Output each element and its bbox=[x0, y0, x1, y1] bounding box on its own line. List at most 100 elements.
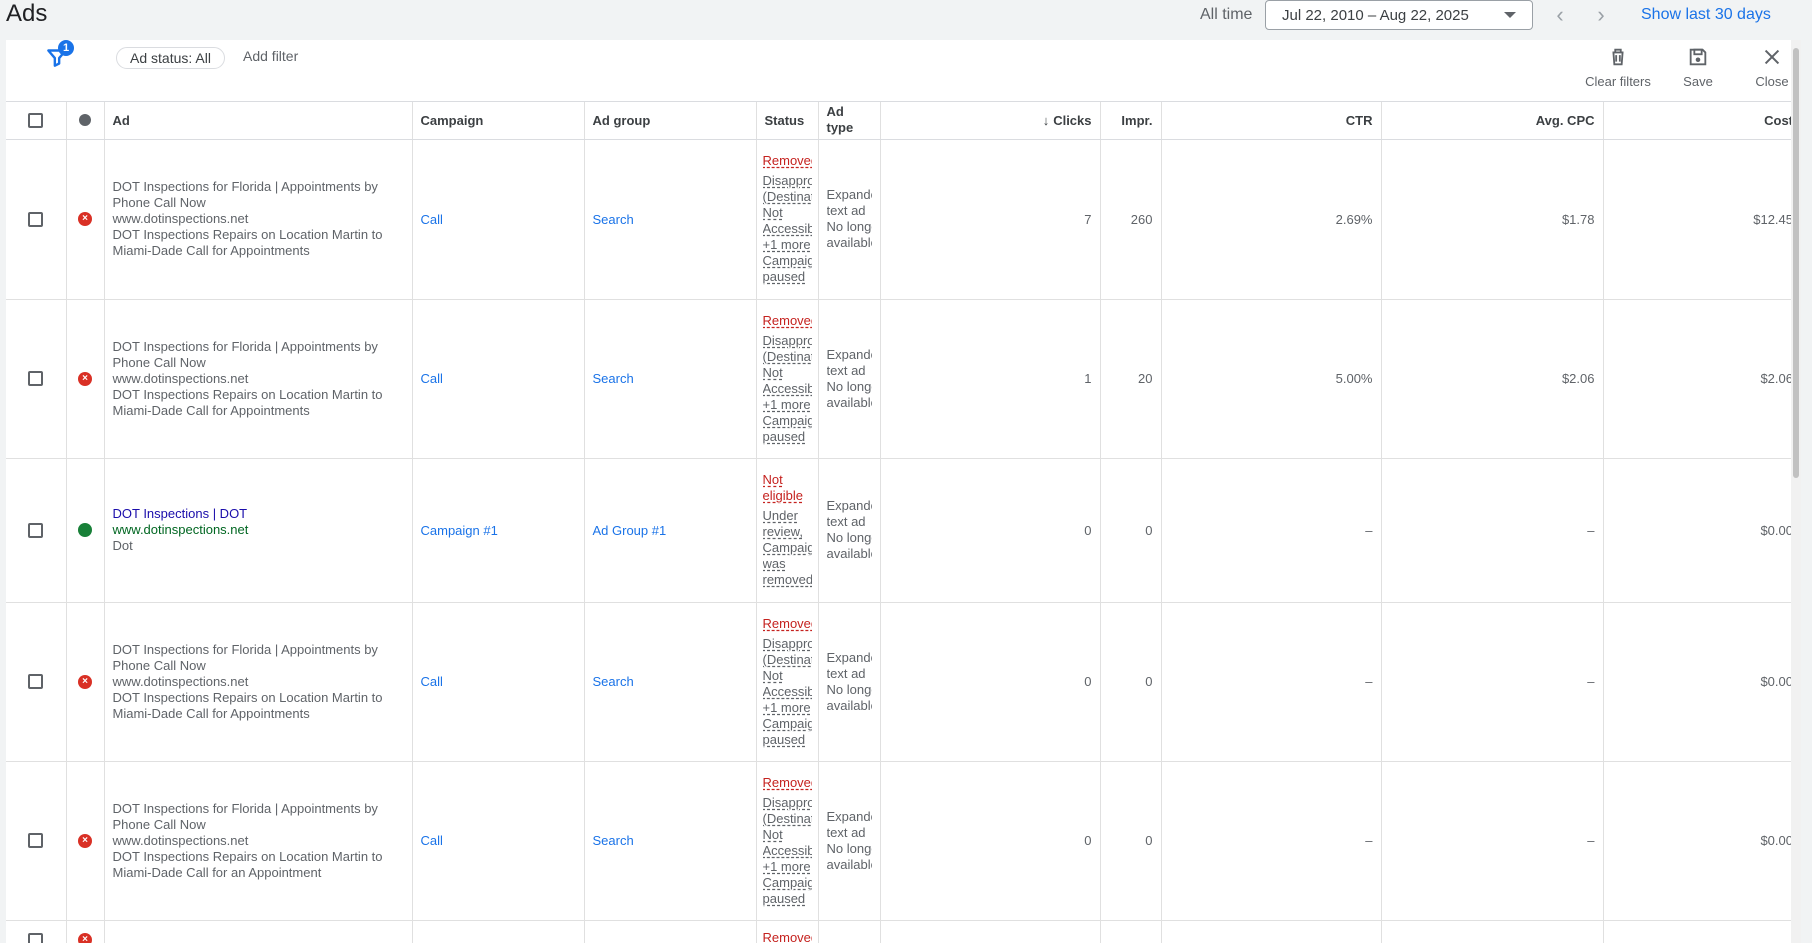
ad-preview[interactable]: DOT Inspections for Florida | Appointmen… bbox=[113, 179, 404, 259]
col-ad-group[interactable]: Ad group bbox=[584, 102, 757, 140]
campaign-link[interactable]: Call bbox=[421, 212, 443, 227]
select-all-checkbox[interactable] bbox=[28, 112, 44, 128]
status-cell[interactable]: Removed Disapproved(DestinationNotAccessi… bbox=[756, 761, 819, 921]
select-all-header[interactable] bbox=[6, 102, 67, 140]
add-filter-input[interactable]: Add filter bbox=[243, 48, 298, 64]
row-checkbox[interactable] bbox=[28, 674, 44, 689]
row-checkbox[interactable] bbox=[28, 833, 44, 848]
table-row[interactable]: × Removed bbox=[6, 920, 1801, 943]
table-row[interactable]: DOT Inspections | DOT www.dotinspections.… bbox=[6, 458, 1801, 603]
ad-cell[interactable]: DOT Inspections for Florida | Appointmen… bbox=[104, 139, 413, 300]
ad-type-line: available bbox=[826, 697, 872, 713]
impressions-cell: 260 bbox=[1100, 139, 1162, 300]
status-cell[interactable]: Removed Disapproved(DestinationNotAccessi… bbox=[756, 299, 819, 459]
status-cell[interactable]: Removed bbox=[756, 920, 819, 943]
ad-line: DOT Inspections for Florida | Appointmen… bbox=[112, 800, 378, 816]
status-line: +1 more bbox=[762, 237, 811, 252]
ad-preview[interactable]: DOT Inspections | DOT www.dotinspections.… bbox=[113, 506, 404, 554]
col-impr[interactable]: Impr. bbox=[1100, 102, 1162, 140]
ad-group-link[interactable]: Ad Group #1 bbox=[593, 523, 667, 538]
ad-cell[interactable]: DOT Inspections for Florida | Appointmen… bbox=[104, 299, 413, 459]
col-status[interactable]: Status bbox=[756, 102, 819, 140]
ad-line: DOT Inspections for Florida | Appointmen… bbox=[112, 641, 378, 657]
row-checkbox[interactable] bbox=[28, 211, 44, 227]
status-line: paused bbox=[762, 428, 806, 444]
avg-cpc-cell bbox=[1381, 920, 1604, 943]
ad-preview[interactable]: DOT Inspections for Florida | Appointmen… bbox=[113, 339, 404, 419]
close-button[interactable]: Close bbox=[1748, 46, 1796, 89]
clicks-cell: 0 bbox=[880, 458, 1101, 603]
enabled-status-icon bbox=[78, 523, 92, 537]
ad-type-line: No longer bbox=[826, 219, 872, 234]
cost-cell: $2.06 bbox=[1603, 299, 1801, 459]
ad-cell[interactable] bbox=[104, 920, 413, 943]
save-icon bbox=[1689, 48, 1707, 66]
ad-group-link[interactable]: Search bbox=[593, 371, 634, 386]
ad-status-filter-chip[interactable]: Ad status: All bbox=[116, 47, 225, 69]
col-clicks[interactable]: ↓ Clicks bbox=[880, 102, 1101, 140]
ad-group-link[interactable]: Search bbox=[593, 674, 634, 689]
status-cell[interactable]: Removed Disapproved(DestinationNotAccessi… bbox=[756, 602, 819, 762]
ad-group-link[interactable]: Search bbox=[593, 212, 634, 227]
table-row[interactable]: × DOT Inspections for Florida | Appointme… bbox=[6, 761, 1801, 921]
campaign-cell: Campaign #1 bbox=[412, 458, 585, 603]
campaign-link[interactable]: Call bbox=[421, 371, 443, 386]
chevron-right-icon[interactable]: › bbox=[1588, 2, 1614, 28]
ad-preview[interactable]: DOT Inspections for Florida | Appointmen… bbox=[113, 642, 404, 722]
status-cell[interactable]: Removed Disapproved(DestinationNotAccessi… bbox=[756, 139, 819, 300]
ad-type-line: Expanded bbox=[826, 649, 872, 665]
vertical-scrollbar[interactable] bbox=[1791, 40, 1801, 943]
col-cost[interactable]: Cost bbox=[1603, 102, 1801, 140]
campaign-link[interactable]: Call bbox=[421, 833, 443, 848]
ad-group-link[interactable]: Search bbox=[593, 833, 634, 848]
status-line: Campaign bbox=[762, 540, 812, 555]
ad-line: Miami-Dade Call for Appointments bbox=[112, 402, 310, 418]
table-row[interactable]: × DOT Inspections for Florida | Appointme… bbox=[6, 299, 1801, 459]
ad-type-line: available bbox=[826, 394, 872, 410]
status-line: Disapproved bbox=[762, 332, 812, 348]
ad-line: Miami-Dade Call for an Appointment bbox=[112, 864, 322, 880]
row-select-cell[interactable] bbox=[6, 761, 67, 921]
ad-type-cell: Expandedtext adNo longeravailable bbox=[818, 602, 881, 762]
col-ad-type[interactable]: Ad type bbox=[818, 102, 881, 140]
status-line: Disapproved bbox=[762, 794, 812, 810]
ad-group-cell: Search bbox=[584, 139, 757, 300]
row-select-cell[interactable] bbox=[6, 458, 67, 603]
ad-cell[interactable]: DOT Inspections | DOT www.dotinspections.… bbox=[104, 458, 413, 603]
status-cell[interactable]: Noteligible Underreview,Campaignwasremove… bbox=[756, 458, 819, 603]
ad-cell[interactable]: DOT Inspections for Florida | Appointmen… bbox=[104, 761, 413, 921]
status-line: Accessible) bbox=[762, 683, 812, 699]
row-select-cell[interactable] bbox=[6, 920, 67, 943]
table-row[interactable]: × DOT Inspections for Florida | Appointme… bbox=[6, 139, 1801, 300]
row-select-cell[interactable] bbox=[6, 139, 67, 300]
ad-cell[interactable]: DOT Inspections for Florida | Appointmen… bbox=[104, 602, 413, 762]
ad-line: Miami-Dade Call for Appointments bbox=[112, 705, 310, 721]
row-select-cell[interactable] bbox=[6, 602, 67, 762]
date-range-picker[interactable]: Jul 22, 2010 – Aug 22, 2025 bbox=[1265, 0, 1533, 30]
chevron-left-icon[interactable]: ‹ bbox=[1547, 2, 1573, 28]
clear-filters-button[interactable]: Clear filters bbox=[1578, 46, 1658, 89]
col-ad[interactable]: Ad bbox=[104, 102, 413, 140]
row-checkbox[interactable] bbox=[28, 932, 44, 943]
ad-line: Dot bbox=[112, 538, 133, 553]
status-line: Not bbox=[762, 205, 783, 220]
save-button[interactable]: Save bbox=[1674, 46, 1722, 89]
ad-type-line: text ad bbox=[826, 665, 866, 681]
row-checkbox[interactable] bbox=[28, 371, 44, 386]
caret-down-icon bbox=[1504, 12, 1516, 18]
ad-preview[interactable]: DOT Inspections for Florida | Appointmen… bbox=[113, 801, 404, 881]
table-row[interactable]: × DOT Inspections for Florida | Appointme… bbox=[6, 602, 1801, 762]
status-line: removed bbox=[762, 572, 812, 587]
campaign-link[interactable]: Campaign #1 bbox=[421, 523, 498, 538]
show-last-30-days-link[interactable]: Show last 30 days bbox=[1641, 6, 1771, 24]
row-status-cell: × bbox=[66, 139, 105, 300]
col-campaign[interactable]: Campaign bbox=[412, 102, 585, 140]
row-select-cell[interactable] bbox=[6, 299, 67, 459]
campaign-link[interactable]: Call bbox=[421, 674, 443, 689]
col-avg-cpc[interactable]: Avg. CPC bbox=[1381, 102, 1604, 140]
col-ctr[interactable]: CTR bbox=[1161, 102, 1382, 140]
row-checkbox[interactable] bbox=[28, 522, 44, 538]
scrollbar-thumb[interactable] bbox=[1793, 48, 1799, 478]
avg-cpc-cell: – bbox=[1381, 458, 1604, 603]
close-label: Close bbox=[1755, 74, 1789, 89]
